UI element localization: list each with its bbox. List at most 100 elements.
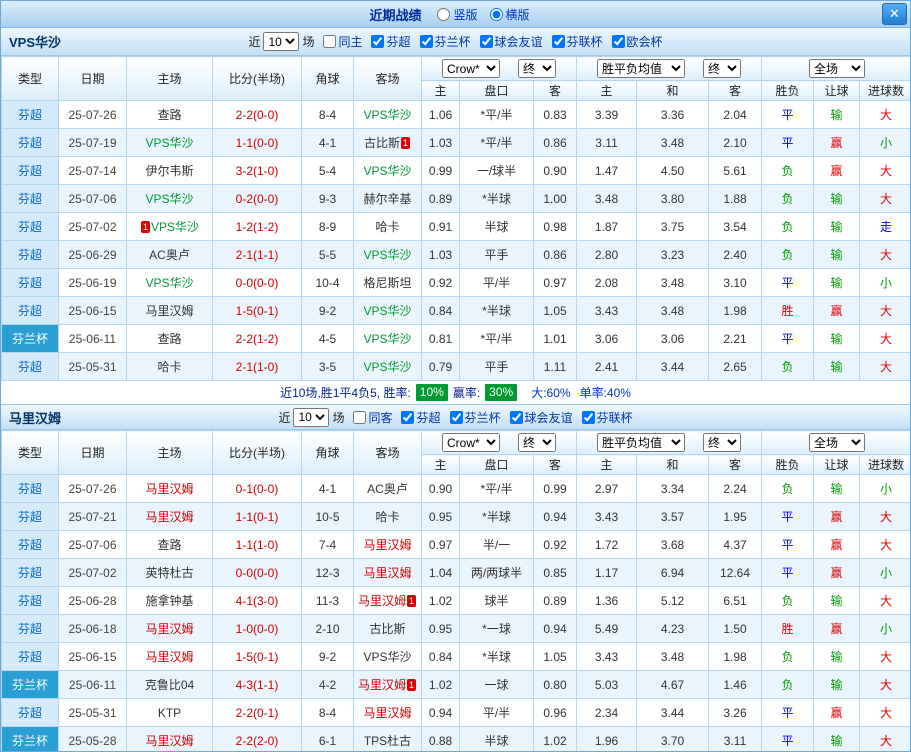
away-team-cell[interactable]: 古比斯 1 — [353, 128, 422, 157]
bookmaker-select[interactable]: Crow* — [442, 59, 500, 78]
col-avg-away: 客 — [708, 80, 763, 101]
home-team-cell[interactable]: 马里汉姆 — [126, 642, 213, 671]
bookmaker-select[interactable]: Crow* — [442, 433, 500, 452]
filter-checkbox-input[interactable] — [371, 35, 385, 48]
away-team-cell[interactable]: 马里汉姆 — [353, 558, 422, 587]
filter-label: 芬超 — [386, 35, 411, 49]
goals-result-cell: 大 — [859, 240, 910, 269]
away-team-cell[interactable]: 哈卡 — [353, 502, 422, 531]
home-team-cell[interactable]: 伊尔韦斯 — [126, 156, 213, 185]
away-team-cell[interactable]: VPS华沙 — [353, 642, 422, 671]
avg-away-cell: 4.37 — [708, 530, 763, 559]
corners-cell: 8-9 — [301, 212, 354, 241]
match-row: 芬超 25-07-14 伊尔韦斯 3-2(1-0) 5-4 VPS华沙 0.99 一/球半 0.… — [1, 156, 910, 185]
match-row: 芬超 25-07-26 马里汉姆 0-1(0-0) 4-1 AC奥卢 0.90 *平/半 0.9… — [1, 474, 910, 503]
filter-checkbox-input[interactable] — [323, 35, 337, 48]
filter-checkbox[interactable]: 芬兰杯 — [449, 409, 501, 426]
filter-checkbox-input[interactable] — [611, 35, 625, 48]
home-team-cell[interactable]: 克鲁比04 — [126, 670, 213, 699]
filter-checkbox[interactable]: 芬超 — [401, 409, 441, 426]
filter-checkbox[interactable]: 球会友谊 — [479, 33, 543, 50]
filter-checkbox-input[interactable] — [419, 35, 433, 48]
team-name-text: 马里汉姆 — [357, 594, 406, 608]
filter-checkbox[interactable]: 欧会杯 — [611, 33, 663, 50]
result-cell: 平 — [761, 324, 815, 353]
filter-checkbox-input[interactable] — [551, 35, 565, 48]
away-team-cell[interactable]: VPS华沙 — [353, 352, 422, 381]
home-team-cell[interactable]: AC奥卢 — [126, 240, 213, 269]
final-avg-select[interactable]: 终 — [703, 59, 742, 78]
avg-away-cell: 1.50 — [708, 614, 763, 643]
home-team-cell[interactable]: VPS华沙 — [126, 268, 213, 297]
away-team-cell[interactable]: 赫尔辛基 — [353, 184, 422, 213]
home-team-cell[interactable]: 马里汉姆 — [126, 474, 213, 503]
goals-result-cell: 小 — [859, 614, 910, 643]
home-team-cell[interactable]: 英特杜古 — [126, 558, 213, 587]
filter-checkbox-input[interactable] — [353, 410, 367, 424]
layout-vertical-option[interactable]: 竖版 — [437, 6, 478, 23]
away-team-cell[interactable]: 马里汉姆 1 — [353, 670, 422, 699]
fulltime-select[interactable]: 全场 — [809, 433, 866, 452]
filter-checkbox[interactable]: 芬联杯 — [551, 33, 603, 50]
home-team-cell[interactable]: KTP — [126, 698, 213, 727]
odds-home-cell: 0.81 — [421, 324, 460, 353]
match-row: 芬兰杯 25-06-11 查路 2-2(1-2) 4-5 VPS华沙 0.81 *平/半 1.0… — [1, 324, 910, 353]
filter-checkbox[interactable]: 芬兰杯 — [419, 33, 471, 50]
filter-checkbox-input[interactable] — [479, 35, 493, 48]
filter-checkbox-input[interactable] — [401, 410, 415, 424]
avg-odds-select[interactable]: 胜平负均值 — [597, 433, 686, 452]
final-odds-select[interactable]: 终 — [518, 59, 556, 78]
layout-horizontal-option[interactable]: 横版 — [489, 6, 530, 23]
away-team-cell[interactable]: VPS华沙 — [353, 100, 422, 129]
away-team-cell[interactable]: VPS华沙 — [353, 324, 422, 353]
home-team-cell[interactable]: 查路 — [126, 324, 213, 353]
home-team-cell[interactable]: 马里汉姆 — [126, 296, 213, 325]
filter-checkbox[interactable]: 同主 — [323, 33, 362, 50]
home-team-cell[interactable]: VPS华沙 — [126, 128, 213, 157]
col-date: 日期 — [58, 56, 127, 101]
away-team-cell[interactable]: 马里汉姆 1 — [353, 586, 422, 615]
home-team-cell[interactable]: 施拿钟基 — [126, 586, 213, 615]
recent-count-select[interactable]: 10 — [293, 407, 330, 427]
away-team-cell[interactable]: 古比斯 — [353, 614, 422, 643]
home-team-cell[interactable]: VPS华沙 — [126, 184, 213, 213]
filter-checkbox-input[interactable] — [449, 410, 463, 424]
away-team-cell[interactable]: VPS华沙 — [353, 296, 422, 325]
filter-checkbox[interactable]: 球会友谊 — [509, 409, 573, 426]
filter-checkbox-input[interactable] — [581, 410, 595, 424]
away-team-cell[interactable]: VPS华沙 — [353, 240, 422, 269]
col-score: 比分(半场) — [212, 430, 302, 475]
avg-odds-select[interactable]: 胜平负均值 — [597, 59, 686, 78]
home-team-cell[interactable]: 查路 — [126, 100, 213, 129]
score-cell: 1-1(1-0) — [212, 530, 302, 559]
close-icon[interactable]: ✕ — [882, 3, 907, 25]
odds-home-cell: 0.79 — [421, 352, 460, 381]
fulltime-select[interactable]: 全场 — [809, 59, 866, 78]
home-team-cell[interactable]: 马里汉姆 — [126, 502, 213, 531]
home-team-cell[interactable]: 哈卡 — [126, 352, 213, 381]
filter-checkbox[interactable]: 同客 — [353, 409, 392, 426]
away-team-cell[interactable]: VPS华沙 — [353, 156, 422, 185]
home-team-cell[interactable]: 查路 — [126, 530, 213, 559]
away-team-cell[interactable]: 马里汉姆 — [353, 530, 422, 559]
vertical-radio[interactable] — [437, 7, 451, 21]
home-team-cell[interactable]: 1 VPS华沙 — [126, 212, 213, 241]
handicap-result-cell: 输 — [813, 100, 861, 129]
odds-away-cell: 1.05 — [532, 296, 578, 325]
away-team-cell[interactable]: 哈卡 — [353, 212, 422, 241]
away-team-cell[interactable]: 格尼斯坦 — [353, 268, 422, 297]
filter-checkbox[interactable]: 芬联杯 — [581, 409, 633, 426]
filter-checkbox[interactable]: 芬超 — [371, 33, 411, 50]
handicap-line-cell: *半球 — [459, 184, 534, 213]
recent-count-select[interactable]: 10 — [263, 32, 300, 51]
home-team-cell[interactable]: 马里汉姆 — [126, 614, 213, 643]
final-odds-select[interactable]: 终 — [518, 433, 556, 452]
home-team-cell[interactable]: 马里汉姆 — [126, 726, 213, 751]
odds-home-cell: 0.92 — [421, 268, 460, 297]
away-team-cell[interactable]: AC奥卢 — [353, 474, 422, 503]
away-team-cell[interactable]: 马里汉姆 — [353, 698, 422, 727]
final-avg-select[interactable]: 终 — [703, 433, 742, 452]
filter-checkbox-input[interactable] — [509, 410, 523, 424]
horizontal-radio[interactable] — [489, 7, 503, 21]
away-team-cell[interactable]: TPS杜古 — [353, 726, 422, 751]
